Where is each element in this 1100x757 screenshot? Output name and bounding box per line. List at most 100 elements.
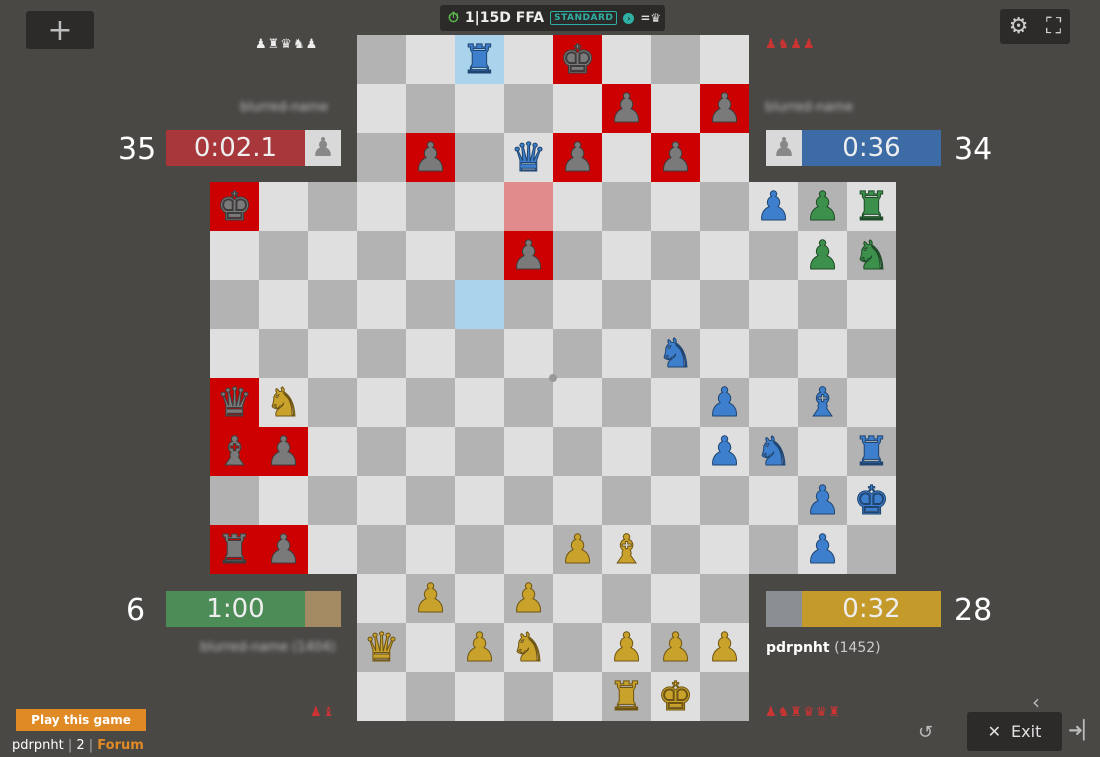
yellow-chess-piece-icon[interactable]: ♟ bbox=[608, 627, 645, 668]
board-square[interactable] bbox=[700, 182, 749, 231]
board-square[interactable] bbox=[749, 231, 798, 280]
board-square[interactable]: ♟ bbox=[504, 231, 553, 280]
yellow-chess-piece-icon[interactable]: ♛ bbox=[363, 627, 400, 668]
board-square[interactable] bbox=[651, 378, 700, 427]
board-square[interactable] bbox=[455, 672, 504, 721]
red-chess-piece-icon[interactable]: ♟ bbox=[265, 431, 302, 472]
board-square[interactable] bbox=[406, 525, 455, 574]
board-square[interactable] bbox=[406, 476, 455, 525]
board-square[interactable] bbox=[455, 525, 504, 574]
board-square[interactable] bbox=[847, 329, 896, 378]
board-square[interactable] bbox=[553, 427, 602, 476]
board-square[interactable] bbox=[651, 182, 700, 231]
board-square[interactable] bbox=[357, 525, 406, 574]
board-square[interactable]: ♝ bbox=[602, 525, 651, 574]
board-square[interactable] bbox=[259, 476, 308, 525]
board-square[interactable] bbox=[308, 231, 357, 280]
blue-chess-piece-icon[interactable]: ♞ bbox=[657, 333, 694, 374]
forum-link[interactable]: Forum bbox=[97, 738, 144, 753]
board-square[interactable] bbox=[357, 84, 406, 133]
board-square[interactable] bbox=[504, 476, 553, 525]
board-square[interactable]: ♞ bbox=[749, 427, 798, 476]
board-square[interactable] bbox=[357, 280, 406, 329]
board-square[interactable] bbox=[357, 182, 406, 231]
yellow-player-name[interactable]: blurred-name (1404) bbox=[200, 640, 335, 655]
board-square[interactable] bbox=[553, 182, 602, 231]
board-square[interactable] bbox=[700, 280, 749, 329]
red-player-name[interactable]: blurred-name bbox=[240, 100, 328, 115]
board-square[interactable] bbox=[259, 280, 308, 329]
red-chess-piece-icon[interactable]: ♟ bbox=[608, 88, 645, 129]
board-square[interactable]: ♟ bbox=[700, 623, 749, 672]
board-square[interactable]: ♟ bbox=[700, 378, 749, 427]
board-square[interactable]: ♟ bbox=[651, 133, 700, 182]
board-square[interactable] bbox=[553, 672, 602, 721]
board-square[interactable] bbox=[700, 231, 749, 280]
board-square[interactable] bbox=[847, 525, 896, 574]
board-square[interactable] bbox=[357, 231, 406, 280]
blue-chess-piece-icon[interactable]: ♟ bbox=[804, 480, 841, 521]
board-square[interactable] bbox=[651, 476, 700, 525]
add-game-button[interactable]: + bbox=[26, 11, 94, 49]
board-square[interactable] bbox=[504, 378, 553, 427]
board-square[interactable] bbox=[651, 231, 700, 280]
board-square[interactable]: ♜ bbox=[602, 672, 651, 721]
board-square[interactable] bbox=[455, 378, 504, 427]
red-chess-piece-icon[interactable]: ♚ bbox=[559, 39, 596, 80]
board-square[interactable] bbox=[308, 378, 357, 427]
yellow-chess-piece-icon[interactable]: ♟ bbox=[461, 627, 498, 668]
board-square[interactable] bbox=[651, 84, 700, 133]
board-square[interactable]: ♜ bbox=[847, 427, 896, 476]
board-square[interactable]: ♟ bbox=[798, 476, 847, 525]
board-square[interactable] bbox=[406, 35, 455, 84]
board-square[interactable] bbox=[210, 280, 259, 329]
board-square[interactable] bbox=[406, 182, 455, 231]
play-this-game-button[interactable]: Play this game bbox=[16, 709, 146, 731]
board-square[interactable] bbox=[455, 329, 504, 378]
board-square[interactable]: ♟ bbox=[700, 84, 749, 133]
board-square[interactable] bbox=[700, 525, 749, 574]
board-square[interactable] bbox=[749, 476, 798, 525]
board-square[interactable]: ♚ bbox=[210, 182, 259, 231]
board-square[interactable] bbox=[602, 574, 651, 623]
board-square[interactable] bbox=[504, 427, 553, 476]
blue-chess-piece-icon[interactable]: ♟ bbox=[706, 431, 743, 472]
board-square[interactable]: ♞ bbox=[847, 231, 896, 280]
blue-chess-piece-icon[interactable]: ♟ bbox=[706, 382, 743, 423]
yellow-chess-piece-icon[interactable]: ♟ bbox=[412, 578, 449, 619]
board-square[interactable] bbox=[749, 329, 798, 378]
board-square[interactable] bbox=[504, 329, 553, 378]
board-square[interactable] bbox=[259, 182, 308, 231]
gear-icon[interactable]: ⚙ bbox=[1009, 14, 1029, 39]
yellow-chess-piece-icon[interactable]: ♟ bbox=[657, 627, 694, 668]
board-square[interactable] bbox=[357, 574, 406, 623]
yellow-chess-piece-icon[interactable]: ♟ bbox=[706, 627, 743, 668]
board-square[interactable] bbox=[700, 133, 749, 182]
info-icon[interactable]: › bbox=[623, 12, 635, 24]
yellow-chess-piece-icon[interactable]: ♝ bbox=[608, 529, 645, 570]
board-square[interactable] bbox=[749, 525, 798, 574]
board-square[interactable]: ♞ bbox=[504, 623, 553, 672]
leave-icon[interactable]: ➜▏ bbox=[1068, 720, 1097, 741]
board-square[interactable] bbox=[210, 476, 259, 525]
red-chess-piece-icon[interactable]: ♚ bbox=[216, 186, 253, 227]
board-square[interactable]: ♟ bbox=[798, 525, 847, 574]
board-square[interactable] bbox=[602, 182, 651, 231]
board-square[interactable] bbox=[259, 329, 308, 378]
board-square[interactable] bbox=[455, 133, 504, 182]
board-square[interactable] bbox=[406, 329, 455, 378]
board-square[interactable] bbox=[700, 672, 749, 721]
board-square[interactable] bbox=[455, 427, 504, 476]
red-chess-piece-icon[interactable]: ♜ bbox=[216, 529, 253, 570]
blue-chess-piece-icon[interactable]: ♜ bbox=[461, 39, 498, 80]
board-square[interactable] bbox=[847, 280, 896, 329]
yellow-chess-piece-icon[interactable]: ♞ bbox=[265, 382, 302, 423]
green-chess-piece-icon[interactable]: ♟ bbox=[804, 186, 841, 227]
yellow-chess-piece-icon[interactable]: ♚ bbox=[657, 676, 694, 717]
board-square[interactable] bbox=[259, 231, 308, 280]
board-square[interactable] bbox=[455, 280, 504, 329]
board-square[interactable] bbox=[553, 623, 602, 672]
board-square[interactable] bbox=[847, 378, 896, 427]
yellow-chess-piece-icon[interactable]: ♜ bbox=[608, 676, 645, 717]
board-square[interactable] bbox=[651, 574, 700, 623]
